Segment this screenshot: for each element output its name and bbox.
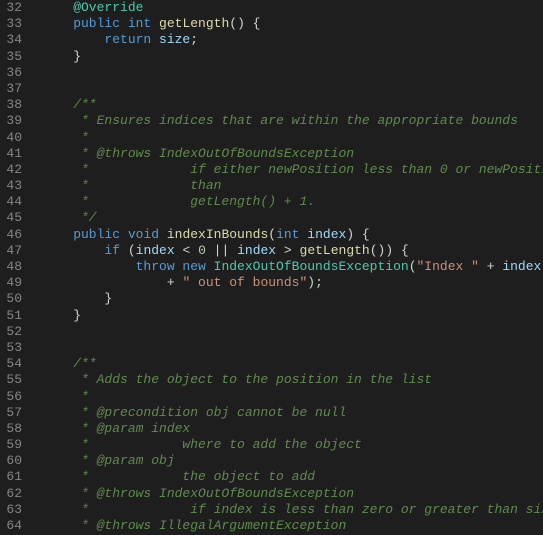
line-number: 36 [4,65,22,81]
line-number: 60 [4,453,22,469]
code-line: * @precondition obj cannot be null [42,405,543,421]
line-number: 59 [4,437,22,453]
code-line: * @throws IndexOutOfBoundsException [42,146,543,162]
code-line: throw new IndexOutOfBoundsException("Ind… [42,259,543,275]
code-editor: 3233343536373839404142434445464748495051… [0,0,543,535]
line-number: 32 [4,0,22,16]
line-number: 34 [4,32,22,48]
line-number: 50 [4,291,22,307]
code-line: * @throws IllegalArgumentException [42,518,543,534]
line-number: 43 [4,178,22,194]
code-line: + " out of bounds"); [42,275,543,291]
code-line: } [42,308,543,324]
line-number: 44 [4,194,22,210]
line-number: 49 [4,275,22,291]
line-number-gutter: 3233343536373839404142434445464748495051… [0,0,30,535]
line-number: 39 [4,113,22,129]
line-number: 35 [4,49,22,65]
line-number: 45 [4,210,22,226]
line-number: 52 [4,324,22,340]
code-line: */ [42,210,543,226]
line-number: 47 [4,243,22,259]
line-number: 41 [4,146,22,162]
code-line: * Ensures indices that are within the ap… [42,113,543,129]
code-line: * the object to add [42,469,543,485]
line-number: 33 [4,16,22,32]
code-line: * @throws IndexOutOfBoundsException [42,486,543,502]
line-number: 58 [4,421,22,437]
code-line: * if index is less than zero or greater … [42,502,543,518]
line-number: 42 [4,162,22,178]
line-number: 53 [4,340,22,356]
code-line: * if either newPosition less than 0 or n… [42,162,543,178]
line-number: 46 [4,227,22,243]
line-number: 55 [4,372,22,388]
code-line: * @param index [42,421,543,437]
code-line [42,340,543,356]
code-line: public int getLength() { [42,16,543,32]
line-number: 38 [4,97,22,113]
line-number: 61 [4,469,22,485]
code-line: public void indexInBounds(int index) { [42,227,543,243]
code-line: return size; [42,32,543,48]
line-number: 63 [4,502,22,518]
line-number: 56 [4,389,22,405]
code-line: * [42,130,543,146]
code-line: * than [42,178,543,194]
code-line: if (index < 0 || index > getLength()) { [42,243,543,259]
code-line: * getLength() + 1. [42,194,543,210]
code-line [42,324,543,340]
code-line: * Adds the object to the position in the… [42,372,543,388]
line-number: 51 [4,308,22,324]
code-line: * @param obj [42,453,543,469]
line-number: 40 [4,130,22,146]
code-area[interactable]: @Override public int getLength() { retur… [30,0,543,535]
code-line: /** [42,356,543,372]
code-line [42,65,543,81]
code-line [42,81,543,97]
code-line: } [42,49,543,65]
code-line: /** [42,97,543,113]
line-number: 54 [4,356,22,372]
code-line: @Override [42,0,543,16]
code-line: } [42,291,543,307]
line-number: 37 [4,81,22,97]
line-number: 57 [4,405,22,421]
line-number: 62 [4,486,22,502]
code-line: * where to add the object [42,437,543,453]
code-line: * [42,389,543,405]
line-number: 48 [4,259,22,275]
line-number: 64 [4,518,22,534]
